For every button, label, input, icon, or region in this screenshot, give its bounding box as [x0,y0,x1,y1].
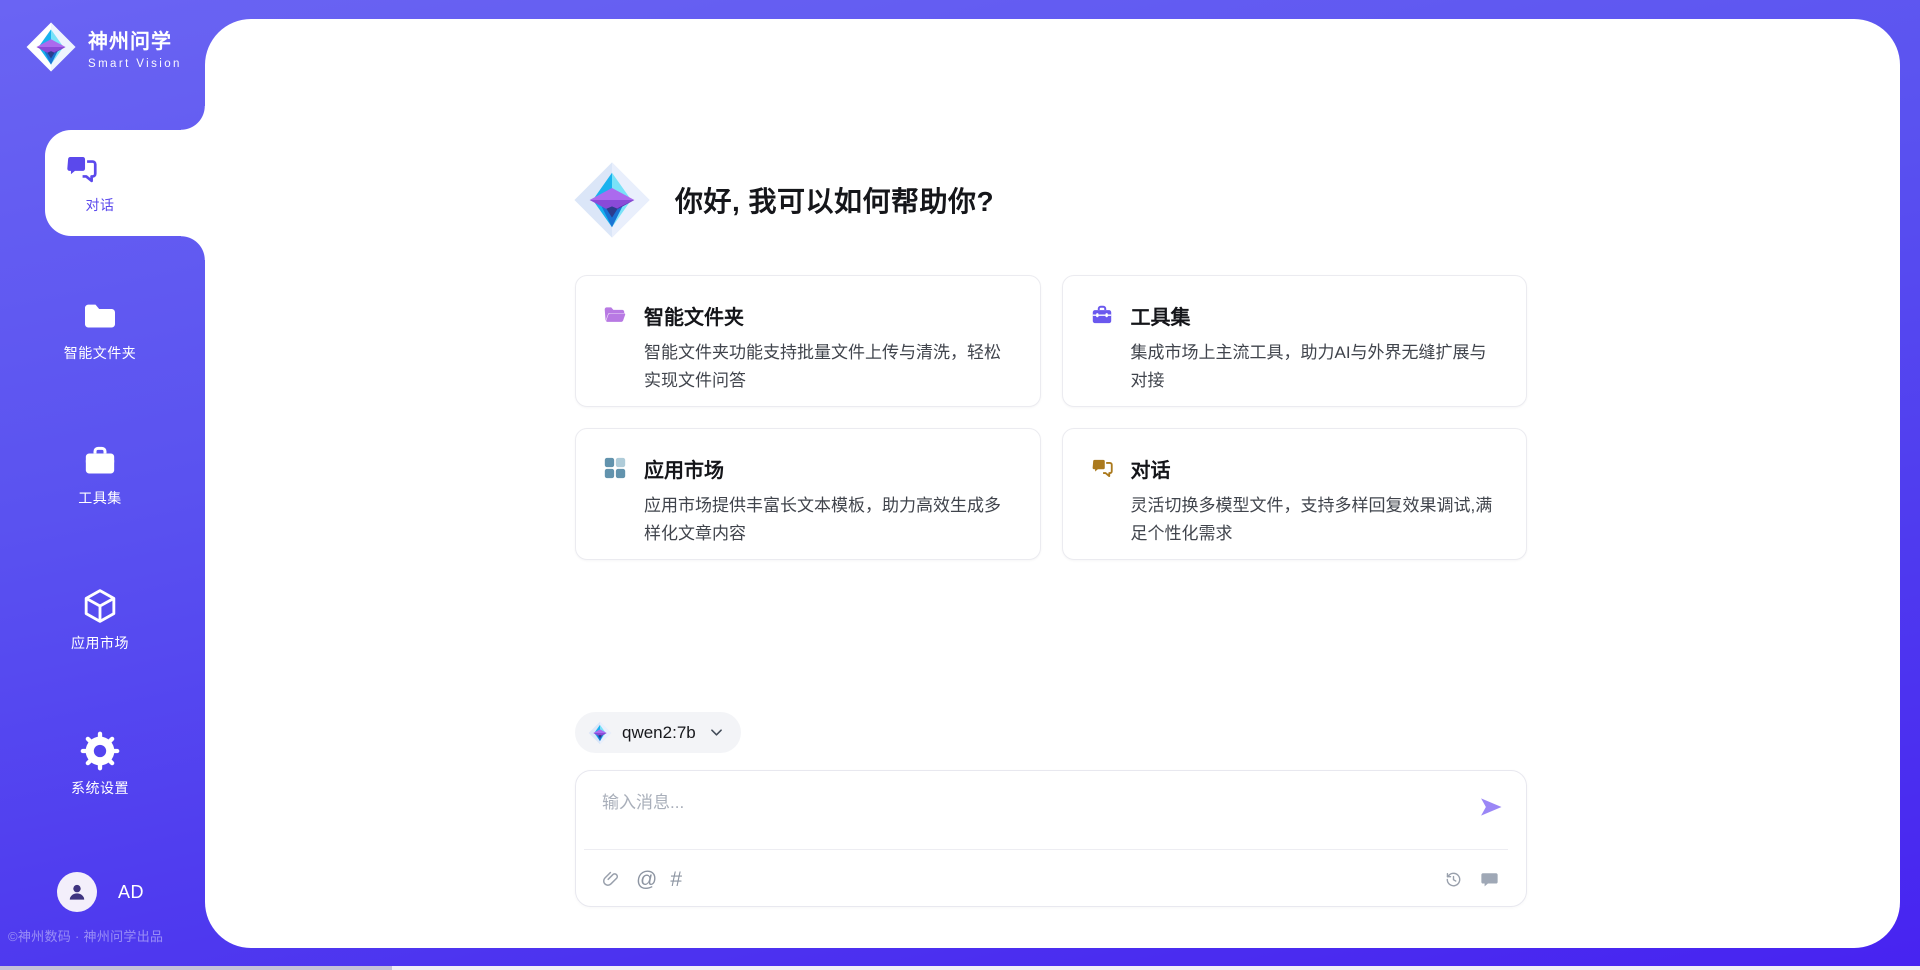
message-input[interactable] [602,788,1442,842]
chevron-down-icon [708,724,725,741]
card-desc: 智能文件夹功能支持批量文件上传与清洗，轻松实现文件问答 [644,339,1016,395]
sidebar-item-label: 工具集 [45,488,155,508]
sidebar: 神州问学 Smart Vision 对话 智能文件夹 工具集 应用市场 系统设置 [0,0,205,970]
brand-name: 神州问学 [88,25,182,54]
greeting-title: 你好, 我可以如何帮助你? [675,180,994,220]
diamond-logo-icon [588,721,612,745]
send-button[interactable] [1477,793,1505,821]
card-title: 对话 [1131,454,1503,483]
folder-icon [80,296,120,336]
model-name: qwen2:7b [622,723,696,743]
sidebar-item-label: 智能文件夹 [45,343,155,363]
grid-icon [602,455,628,481]
sidebar-item-smart-folder[interactable]: 智能文件夹 [45,296,155,363]
diamond-logo-icon [572,160,652,240]
sidebar-item-app-market[interactable]: 应用市场 [45,586,155,653]
chat-icon [62,150,100,188]
sidebar-item-label: 应用市场 [45,633,155,653]
send-icon [1477,793,1505,821]
hash-icon[interactable]: # [670,869,682,891]
sidebar-item-toolset[interactable]: 工具集 [45,441,155,508]
chat-bubble-icon[interactable] [1479,869,1501,891]
at-sign-icon[interactable]: @ [636,869,657,891]
app-window: 神州问学 Smart Vision 对话 智能文件夹 工具集 应用市场 系统设置 [0,0,1920,970]
feature-cards: 智能文件夹 智能文件夹功能支持批量文件上传与清洗，轻松实现文件问答 工具集 集成… [575,275,1527,560]
gear-icon [80,731,120,771]
horizontal-scrollbar[interactable] [0,966,1920,970]
toolbox-icon [80,441,120,481]
model-selector[interactable]: qwen2:7b [575,712,741,753]
toolbox-icon [1089,302,1115,328]
person-icon [65,880,89,904]
composer-toolbar: @ # [601,863,1501,897]
card-toolset[interactable]: 工具集 集成市场上主流工具，助力AI与外界无缝扩展与对接 [1062,275,1528,407]
message-composer: @ # [575,770,1527,907]
card-title: 工具集 [1131,301,1503,330]
sidebar-item-label: 对话 [45,195,155,215]
history-icon[interactable] [1443,869,1465,891]
composer-divider [584,849,1508,850]
card-title: 应用市场 [644,454,1016,483]
card-desc: 应用市场提供丰富长文本模板，助力高效生成多样化文章内容 [644,492,1016,548]
sidebar-item-chat[interactable]: 对话 [45,130,213,236]
sidebar-item-settings[interactable]: 系统设置 [45,731,155,798]
card-smart-folder[interactable]: 智能文件夹 智能文件夹功能支持批量文件上传与清洗，轻松实现文件问答 [575,275,1041,407]
card-desc: 集成市场上主流工具，助力AI与外界无缝扩展与对接 [1131,339,1503,395]
user-name: AD [118,882,144,903]
card-title: 智能文件夹 [644,301,1016,330]
card-app-market[interactable]: 应用市场 应用市场提供丰富长文本模板，助力高效生成多样化文章内容 [575,428,1041,560]
brand: 神州问学 Smart Vision [25,21,182,73]
copyright-note: ©神州数码 · 神州问学出品 [8,926,163,945]
diamond-logo-icon [25,21,77,73]
card-desc: 灵活切换多模型文件，支持多样回复效果调试,满足个性化需求 [1131,492,1503,548]
cube-icon [80,586,120,626]
scrollbar-thumb[interactable] [0,966,392,970]
avatar [57,872,97,912]
greeting-block: 你好, 我可以如何帮助你? [572,160,994,240]
brand-subtitle: Smart Vision [88,58,182,70]
card-chat[interactable]: 对话 灵活切换多模型文件，支持多样回复效果调试,满足个性化需求 [1062,428,1528,560]
paperclip-icon[interactable] [601,869,623,891]
chat-icon [1089,455,1115,481]
user-profile[interactable]: AD [57,872,144,912]
sidebar-item-label: 系统设置 [45,778,155,798]
folder-open-icon [602,302,628,328]
